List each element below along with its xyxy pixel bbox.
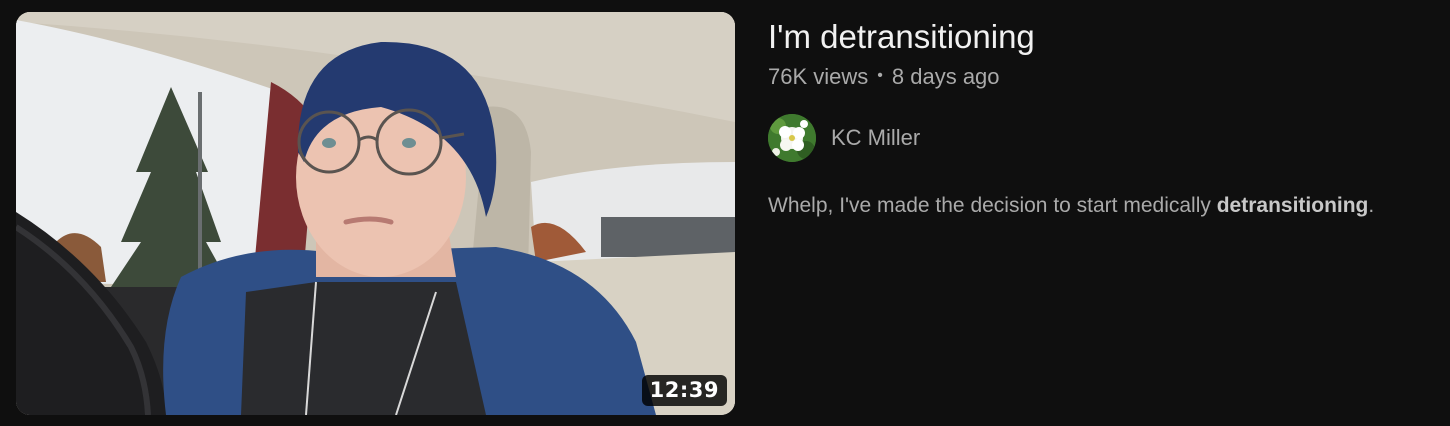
video-thumbnail[interactable]: 12:39 xyxy=(16,12,735,415)
metadata-separator: • xyxy=(877,67,883,84)
snippet-text: Whelp, I've made the decision to start m… xyxy=(768,194,1217,217)
video-metadata: 76K views • 8 days ago xyxy=(768,64,1443,90)
channel-avatar[interactable] xyxy=(768,114,816,162)
thumbnail-image xyxy=(16,12,735,415)
search-result-video: 12:39 I'm detransitioning 76K views • 8 … xyxy=(0,0,1450,426)
video-info: I'm detransitioning 76K views • 8 days a… xyxy=(768,12,1443,218)
channel-link[interactable]: KC Miller xyxy=(768,114,1443,162)
channel-name[interactable]: KC Miller xyxy=(831,125,920,151)
upload-age: 8 days ago xyxy=(891,64,1000,89)
snippet-end: . xyxy=(1368,194,1375,217)
description-snippet: Whelp, I've made the decision to start m… xyxy=(768,194,1443,218)
video-title[interactable]: I'm detransitioning xyxy=(768,12,1443,62)
view-count: 76K views xyxy=(768,64,869,89)
video-duration-badge: 12:39 xyxy=(641,374,727,406)
snippet-highlight: detransitioning xyxy=(1216,194,1369,217)
flower-avatar-icon xyxy=(768,114,816,162)
